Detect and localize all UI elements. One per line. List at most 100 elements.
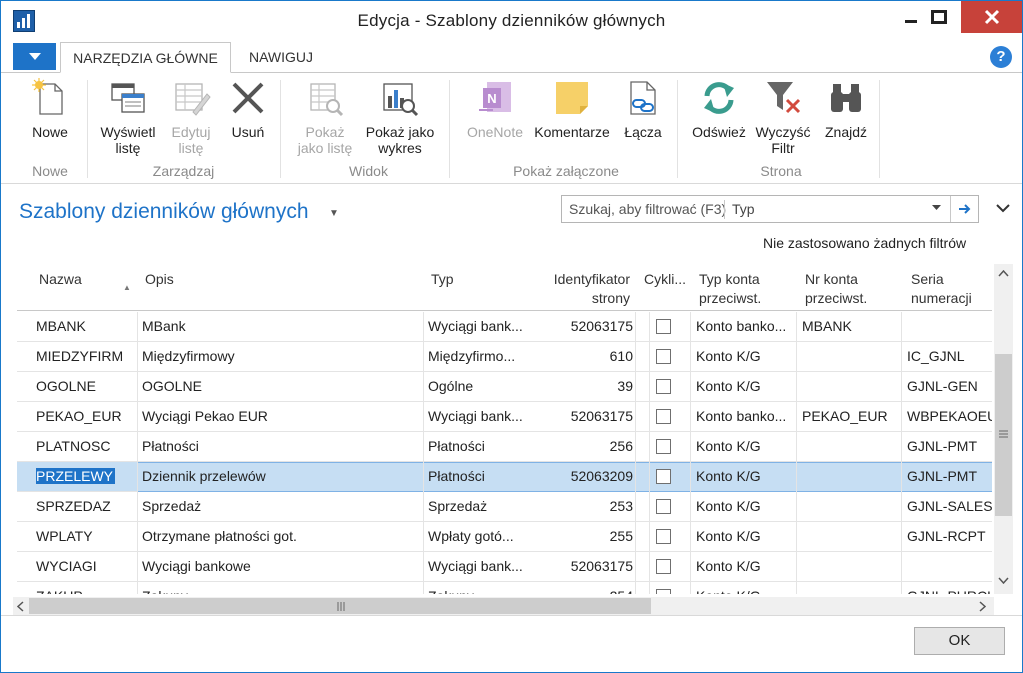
- filter-field-select[interactable]: Typ: [732, 201, 755, 217]
- column-header-balancing-account-no[interactable]: Nr konta przeciwst.: [805, 270, 867, 308]
- cell-no-series[interactable]: GJNL-SALES: [907, 498, 992, 514]
- cell-description[interactable]: Otrzymane płatności got.: [142, 528, 422, 544]
- cell-type[interactable]: Wyciągi bank...: [428, 318, 532, 334]
- recurring-checkbox[interactable]: [656, 439, 671, 454]
- cell-description[interactable]: Płatności: [142, 438, 422, 454]
- refresh-button[interactable]: Odśwież: [689, 78, 749, 140]
- view-list-button[interactable]: Wyświetl listę: [95, 78, 161, 156]
- cell-balancing-account-type[interactable]: Konto K/G: [696, 558, 796, 574]
- cell-type[interactable]: Wpłaty gotó...: [428, 528, 532, 544]
- find-button[interactable]: Znajdź: [819, 78, 873, 140]
- close-button[interactable]: [961, 1, 1022, 33]
- cell-type[interactable]: Sprzedaż: [428, 498, 532, 514]
- cell-name[interactable]: PRZELEWY: [36, 468, 136, 484]
- cell-balancing-account-type[interactable]: Konto banko...: [696, 318, 796, 334]
- cell-name[interactable]: SPRZEDAZ: [36, 498, 136, 514]
- cell-page-id[interactable]: 39: [537, 378, 633, 394]
- column-header-name[interactable]: Nazwa: [39, 270, 82, 289]
- horizontal-scroll-thumb[interactable]: [29, 598, 651, 614]
- onenote-button[interactable]: N OneNote: [461, 78, 529, 140]
- cell-description[interactable]: Międzyfirmowy: [142, 348, 422, 364]
- chevron-down-icon[interactable]: [996, 204, 1010, 213]
- recurring-checkbox[interactable]: [656, 409, 671, 424]
- cell-description[interactable]: Wyciągi Pekao EUR: [142, 408, 422, 424]
- cell-page-id[interactable]: 255: [537, 528, 633, 544]
- cell-no-series[interactable]: GJNL-PMT: [907, 468, 992, 484]
- ok-button[interactable]: OK: [914, 627, 1005, 655]
- cell-description[interactable]: Sprzedaż: [142, 498, 422, 514]
- show-as-chart-button[interactable]: Pokaż jako wykres: [361, 78, 439, 156]
- cell-type[interactable]: Międzyfirmo...: [428, 348, 532, 364]
- cell-name[interactable]: ZAKUP: [36, 588, 136, 594]
- caret-down-icon[interactable]: ▼: [329, 208, 339, 219]
- recurring-checkbox[interactable]: [656, 559, 671, 574]
- column-header-type[interactable]: Typ: [431, 270, 454, 289]
- delete-button[interactable]: Usuń: [227, 78, 269, 140]
- cell-no-series[interactable]: GJNL-PURCH: [907, 588, 992, 594]
- cell-no-series[interactable]: GJNL-RCPT: [907, 528, 992, 544]
- cell-balancing-account-no[interactable]: MBANK: [802, 318, 902, 334]
- cell-balancing-account-type[interactable]: Konto banko...: [696, 408, 796, 424]
- cell-type[interactable]: Płatności: [428, 438, 532, 454]
- cell-type[interactable]: Wyciągi bank...: [428, 558, 532, 574]
- scroll-left-icon[interactable]: [17, 601, 24, 612]
- table-row[interactable]: WPLATY Otrzymane płatności got. Wpłaty got…: [17, 522, 992, 552]
- cell-type[interactable]: Wyciągi bank...: [428, 408, 532, 424]
- recurring-checkbox[interactable]: [656, 319, 671, 334]
- horizontal-scrollbar[interactable]: [13, 597, 994, 615]
- cell-type[interactable]: Płatności: [428, 468, 532, 484]
- cell-balancing-account-type[interactable]: Konto K/G: [696, 378, 796, 394]
- cell-no-series[interactable]: IC_GJNL: [907, 348, 992, 364]
- cell-balancing-account-type[interactable]: Konto K/G: [696, 438, 796, 454]
- scroll-down-icon[interactable]: [998, 577, 1009, 584]
- cell-balancing-account-type[interactable]: Konto K/G: [696, 468, 796, 484]
- recurring-checkbox[interactable]: [656, 469, 671, 484]
- vertical-scrollbar[interactable]: [994, 264, 1013, 594]
- tab-navigate[interactable]: NAWIGUJ: [239, 42, 323, 73]
- cell-name[interactable]: MBANK: [36, 318, 136, 334]
- table-row[interactable]: SPRZEDAZ Sprzedaż Sprzedaż 253 Konto K/G GJNL…: [17, 492, 992, 522]
- application-menu-button[interactable]: [13, 43, 56, 70]
- recurring-checkbox[interactable]: [656, 499, 671, 514]
- new-button[interactable]: Nowe: [29, 78, 71, 140]
- column-header-description[interactable]: Opis: [145, 270, 174, 289]
- cell-no-series[interactable]: GJNL-GEN: [907, 378, 992, 394]
- cell-type[interactable]: Ogólne: [428, 378, 532, 394]
- cell-description[interactable]: Zakupy: [142, 588, 422, 594]
- cell-page-id[interactable]: 52063175: [537, 408, 633, 424]
- recurring-checkbox[interactable]: [656, 529, 671, 544]
- table-row[interactable]: ZAKUP Zakupy Zakupy 254 Konto K/G GJNL-PURCH: [17, 582, 992, 594]
- cell-no-series[interactable]: WBPEKAOEU: [907, 408, 992, 424]
- table-row[interactable]: WYCIAGI Wyciągi bankowe Wyciągi bank... 520…: [17, 552, 992, 582]
- cell-description[interactable]: Wyciągi bankowe: [142, 558, 422, 574]
- clear-filter-button[interactable]: Wyczyść Filtr: [753, 78, 813, 156]
- cell-description[interactable]: OGOLNE: [142, 378, 422, 394]
- scroll-right-icon[interactable]: [979, 601, 986, 612]
- table-row[interactable]: PEKAO_EUR Wyciągi Pekao EUR Wyciągi bank..…: [17, 402, 992, 432]
- column-header-no-series[interactable]: Seria numeracji: [911, 270, 972, 308]
- apply-filter-button[interactable]: [950, 196, 978, 222]
- dropdown-arrow-icon[interactable]: [932, 205, 941, 211]
- table-row[interactable]: MIEDZYFIRM Międzyfirmowy Międzyfirmo... 610…: [17, 342, 992, 372]
- cell-description[interactable]: Dziennik przelewów: [142, 468, 422, 484]
- show-as-list-button[interactable]: Pokaż jako listę: [291, 78, 359, 156]
- table-row[interactable]: MBANK MBank Wyciągi bank... 52063175 Konto b…: [17, 312, 992, 342]
- cell-balancing-account-no[interactable]: PEKAO_EUR: [802, 408, 902, 424]
- cell-name[interactable]: MIEDZYFIRM: [36, 348, 136, 364]
- cell-name[interactable]: PLATNOSC: [36, 438, 136, 454]
- cell-no-series[interactable]: GJNL-PMT: [907, 438, 992, 454]
- maximize-button[interactable]: [919, 1, 959, 33]
- scroll-up-icon[interactable]: [998, 270, 1009, 277]
- cell-description[interactable]: MBank: [142, 318, 422, 334]
- cell-name[interactable]: WYCIAGI: [36, 558, 136, 574]
- cell-page-id[interactable]: 254: [537, 588, 633, 594]
- cell-page-id[interactable]: 256: [537, 438, 633, 454]
- recurring-checkbox[interactable]: [656, 349, 671, 364]
- cell-name[interactable]: OGOLNE: [36, 378, 136, 394]
- cell-page-id[interactable]: 610: [537, 348, 633, 364]
- cell-page-id[interactable]: 253: [537, 498, 633, 514]
- recurring-checkbox[interactable]: [656, 589, 671, 594]
- cell-name[interactable]: WPLATY: [36, 528, 136, 544]
- edit-list-button[interactable]: Edytuj listę: [165, 78, 217, 156]
- column-header-recurring[interactable]: Cykli...: [644, 270, 686, 289]
